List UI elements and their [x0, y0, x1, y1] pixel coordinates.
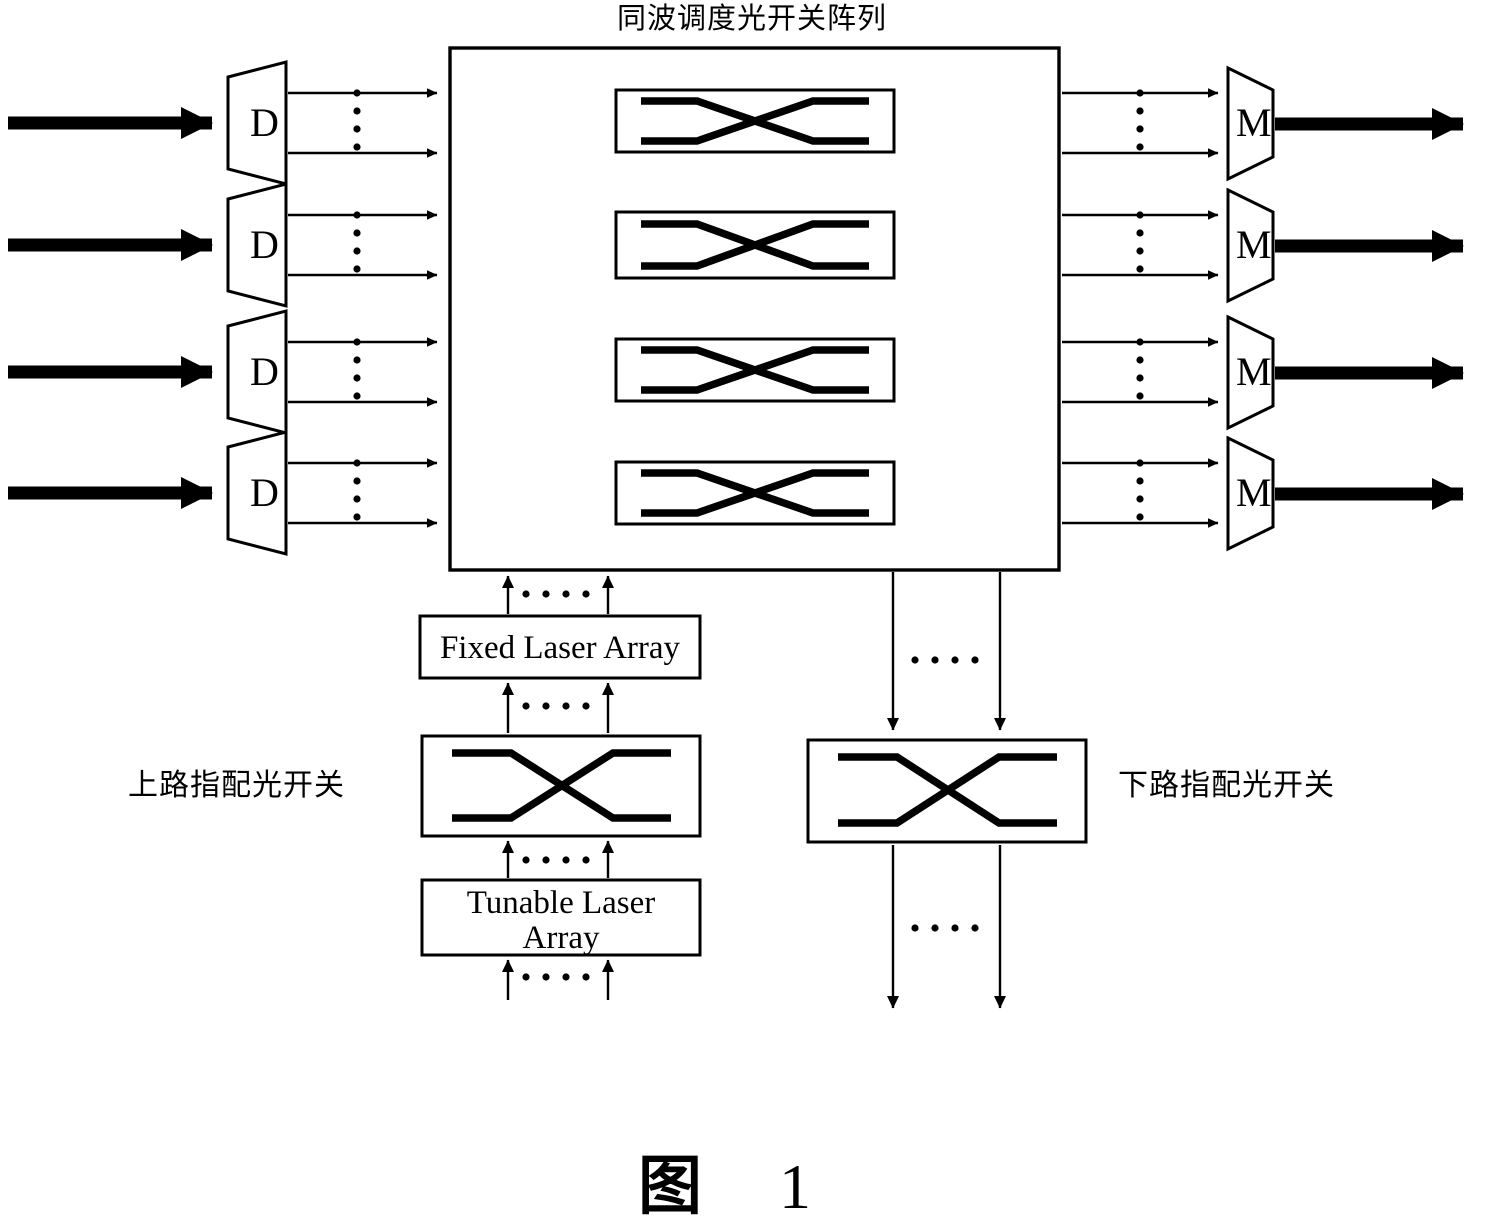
mux-label-3: M: [1236, 349, 1272, 394]
mux-group-4: M: [1062, 435, 1464, 552]
demux-label-4: D: [250, 470, 279, 515]
mux-label-4: M: [1236, 470, 1272, 515]
mux-group-3: M: [1062, 314, 1464, 431]
demux-label-2: D: [250, 222, 279, 267]
drop-assignment-optical-switch: [806, 738, 1088, 844]
optical-switch-array-diagram: 同波调度光开关阵列 D D D D M M M M Fixed Laser Ar…: [8, 1, 1464, 1216]
crossbar-switch-2: [614, 210, 896, 280]
demux-label-3: D: [250, 349, 279, 394]
add-path-tunable-to-switch: [502, 840, 614, 878]
add-path-external-to-tunable: [502, 959, 614, 1000]
demux-group-3: D: [8, 309, 438, 435]
tunable-laser-array-box: Tunable Laser Array: [420, 878, 702, 957]
fixed-laser-array-box: Fixed Laser Array: [418, 614, 702, 680]
figure-container: 同波调度光开关阵列 D D D D M M M M Fixed Laser Ar…: [0, 0, 1505, 1216]
demux-group-2: D: [8, 182, 438, 308]
crossbar-switch-1: [614, 88, 896, 154]
mux-group-1: M: [1062, 65, 1464, 182]
drop-path-main-to-switch: [887, 572, 1006, 731]
add-path-fixed-to-main: [502, 575, 614, 614]
demux-group-1: D: [8, 60, 438, 186]
mux-label-2: M: [1236, 222, 1272, 267]
diagram-title: 同波调度光开关阵列: [617, 1, 887, 35]
tunable-laser-array-label-line2: Array: [523, 920, 600, 956]
tunable-laser-array-label-line1: Tunable Laser: [467, 885, 656, 921]
drop-path-switch-to-external: [887, 845, 1006, 1009]
figure-caption-cjk: 图: [638, 1150, 702, 1216]
figure-caption-number: 1: [779, 1151, 811, 1216]
crossbar-switch-3: [614, 337, 896, 403]
mux-label-1: M: [1236, 100, 1272, 145]
add-assignment-optical-switch: [420, 734, 702, 838]
crossbar-switch-4: [614, 460, 896, 526]
drop-switch-label: 下路指配光开关: [1118, 768, 1335, 803]
add-switch-label: 上路指配光开关: [128, 768, 345, 803]
fixed-laser-array-label: Fixed Laser Array: [440, 630, 681, 666]
demux-label-1: D: [250, 100, 279, 145]
mux-group-2: M: [1062, 187, 1464, 304]
add-path-switch-to-fixed: [502, 682, 614, 733]
demux-group-4: D: [8, 430, 438, 556]
